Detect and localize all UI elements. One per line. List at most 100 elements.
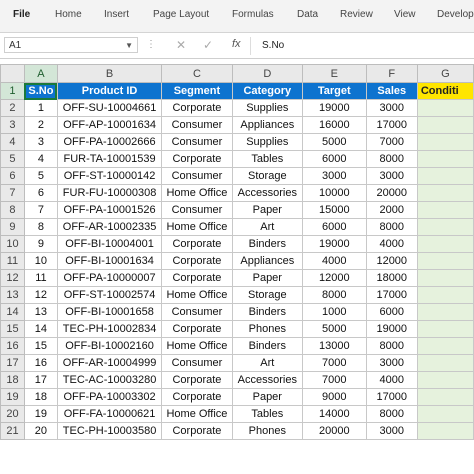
cell-product-id[interactable]: FUR-FU-10000308: [56, 184, 163, 202]
cell-segment[interactable]: Consumer: [161, 354, 233, 372]
cell-product-id[interactable]: OFF-ST-10000142: [56, 167, 163, 185]
cell-target[interactable]: 9000: [301, 388, 367, 406]
column-header[interactable]: C: [161, 64, 233, 83]
cell-segment[interactable]: Corporate: [161, 269, 233, 287]
cell-sales[interactable]: 8000: [365, 405, 418, 423]
cell-category[interactable]: Storage: [231, 286, 303, 304]
cell-condition[interactable]: [416, 388, 474, 406]
row-header[interactable]: 18: [0, 371, 25, 389]
cell-segment[interactable]: Corporate: [161, 320, 233, 338]
tab-page-layout[interactable]: Page Layout: [153, 9, 209, 20]
cell-category[interactable]: Paper: [231, 201, 303, 219]
tab-formulas[interactable]: Formulas: [232, 9, 274, 20]
header-cell-condition[interactable]: Conditi: [416, 82, 474, 100]
cell-condition[interactable]: [416, 201, 474, 219]
cell-condition[interactable]: [416, 354, 474, 372]
cell-sno[interactable]: 18: [23, 388, 58, 406]
cell-segment[interactable]: Home Office: [161, 337, 233, 355]
cell-category[interactable]: Paper: [231, 269, 303, 287]
cell-condition[interactable]: [416, 405, 474, 423]
cell-product-id[interactable]: OFF-PA-10003302: [56, 388, 163, 406]
cell-sales[interactable]: 17000: [365, 116, 418, 134]
cell-sales[interactable]: 3000: [365, 354, 418, 372]
cell-category[interactable]: Phones: [231, 422, 303, 440]
cell-sales[interactable]: 17000: [365, 388, 418, 406]
cell-target[interactable]: 8000: [301, 286, 367, 304]
row-header[interactable]: 4: [0, 133, 25, 151]
row-header[interactable]: 5: [0, 150, 25, 168]
tab-file[interactable]: File: [13, 9, 30, 20]
cell-sno[interactable]: 9: [23, 235, 58, 253]
cell-product-id[interactable]: OFF-BI-10002160: [56, 337, 163, 355]
cell-sales[interactable]: 2000: [365, 201, 418, 219]
cell-sales[interactable]: 8000: [365, 337, 418, 355]
row-header[interactable]: 13: [0, 286, 25, 304]
cell-segment[interactable]: Consumer: [161, 133, 233, 151]
cell-category[interactable]: Accessories: [231, 184, 303, 202]
cell-segment[interactable]: Corporate: [161, 99, 233, 117]
cell-target[interactable]: 19000: [301, 99, 367, 117]
cell-condition[interactable]: [416, 99, 474, 117]
row-header[interactable]: 20: [0, 405, 25, 423]
cell-target[interactable]: 3000: [301, 167, 367, 185]
cell-sales[interactable]: 7000: [365, 133, 418, 151]
cell-product-id[interactable]: OFF-SU-10004661: [56, 99, 163, 117]
row-header[interactable]: 11: [0, 252, 25, 270]
cell-target[interactable]: 7000: [301, 354, 367, 372]
cell-segment[interactable]: Corporate: [161, 235, 233, 253]
cell-sales[interactable]: 4000: [365, 371, 418, 389]
cell-target[interactable]: 10000: [301, 184, 367, 202]
cell-sno[interactable]: 19: [23, 405, 58, 423]
cell-sno[interactable]: 4: [23, 150, 58, 168]
cell-condition[interactable]: [416, 184, 474, 202]
cell-category[interactable]: Supplies: [231, 133, 303, 151]
cell-target[interactable]: 7000: [301, 371, 367, 389]
column-header[interactable]: F: [365, 64, 418, 83]
cell-category[interactable]: Supplies: [231, 99, 303, 117]
cell-sales[interactable]: 6000: [365, 303, 418, 321]
insert-function-icon[interactable]: fx: [232, 38, 241, 50]
cell-segment[interactable]: Home Office: [161, 286, 233, 304]
cell-sno[interactable]: 1: [23, 99, 58, 117]
cell-sno[interactable]: 14: [23, 320, 58, 338]
cell-sales[interactable]: 4000: [365, 235, 418, 253]
cell-product-id[interactable]: OFF-FA-10000621: [56, 405, 163, 423]
cell-target[interactable]: 16000: [301, 116, 367, 134]
row-header[interactable]: 8: [0, 201, 25, 219]
row-header[interactable]: 21: [0, 422, 25, 440]
cell-product-id[interactable]: OFF-PA-10000007: [56, 269, 163, 287]
name-box[interactable]: A1 ▼: [4, 37, 138, 53]
cell-condition[interactable]: [416, 337, 474, 355]
row-header[interactable]: 10: [0, 235, 25, 253]
cell-sales[interactable]: 3000: [365, 99, 418, 117]
row-header[interactable]: 14: [0, 303, 25, 321]
header-cell-target[interactable]: Target: [301, 82, 367, 100]
cell-category[interactable]: Binders: [231, 337, 303, 355]
cell-product-id[interactable]: OFF-BI-10001634: [56, 252, 163, 270]
cell-sales[interactable]: 12000: [365, 252, 418, 270]
cell-sno[interactable]: 7: [23, 201, 58, 219]
row-header[interactable]: 6: [0, 167, 25, 185]
cell-category[interactable]: Appliances: [231, 116, 303, 134]
cell-sno[interactable]: 12: [23, 286, 58, 304]
row-header[interactable]: 3: [0, 116, 25, 134]
cell-segment[interactable]: Consumer: [161, 116, 233, 134]
tab-review[interactable]: Review: [340, 9, 373, 20]
cell-condition[interactable]: [416, 116, 474, 134]
cell-condition[interactable]: [416, 320, 474, 338]
cell-condition[interactable]: [416, 252, 474, 270]
cell-condition[interactable]: [416, 150, 474, 168]
confirm-icon[interactable]: ✓: [203, 38, 213, 52]
cell-product-id[interactable]: TEC-PH-10002834: [56, 320, 163, 338]
cell-segment[interactable]: Consumer: [161, 201, 233, 219]
column-header[interactable]: B: [56, 64, 163, 83]
header-cell-category[interactable]: Category: [231, 82, 303, 100]
cell-sales[interactable]: 19000: [365, 320, 418, 338]
cell-product-id[interactable]: TEC-AC-10003280: [56, 371, 163, 389]
cell-category[interactable]: Phones: [231, 320, 303, 338]
cell-product-id[interactable]: OFF-ST-10002574: [56, 286, 163, 304]
cell-product-id[interactable]: OFF-PA-10002666: [56, 133, 163, 151]
cell-segment[interactable]: Corporate: [161, 371, 233, 389]
cell-category[interactable]: Paper: [231, 388, 303, 406]
column-header[interactable]: A: [23, 64, 58, 83]
